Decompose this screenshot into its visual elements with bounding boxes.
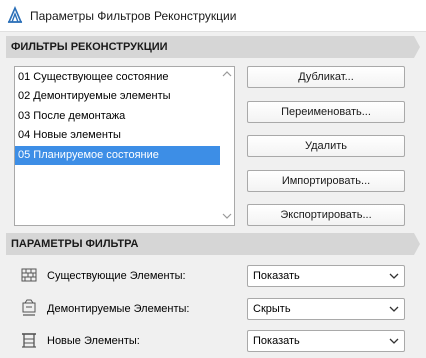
archicad-app-icon [6, 5, 24, 24]
chevron-down-icon [388, 302, 400, 316]
filters-list[interactable]: 01 Существующее состояние 02 Демонтируем… [14, 66, 235, 226]
demolished-elements-select[interactable]: Скрыть [247, 298, 405, 320]
params-section-header[interactable]: ПАРАМЕТРЫ ФИЛЬТРА [6, 233, 420, 255]
filter-item-04[interactable]: 04 Новые элементы [15, 126, 220, 145]
existing-elements-icon [20, 266, 38, 284]
scroll-up-icon[interactable] [221, 69, 233, 81]
rename-button[interactable]: Переименовать... [247, 101, 405, 123]
chevron-down-icon [388, 334, 400, 348]
existing-elements-label: Существующие Элементы: [47, 270, 186, 282]
title-bar: Параметры Фильтров Реконструкции [0, 0, 426, 32]
new-elements-select[interactable]: Показать [247, 330, 405, 352]
window-title: Параметры Фильтров Реконструкции [30, 9, 237, 23]
scroll-down-icon[interactable] [221, 211, 233, 223]
list-item-label: 02 Демонтируемые элементы [18, 90, 171, 102]
existing-elements-select[interactable]: Показать [247, 265, 405, 287]
duplicate-button[interactable]: Дубликат... [247, 66, 405, 88]
filter-item-05[interactable]: 05 Планируемое состояние [15, 146, 220, 165]
params-section-title: ПАРАМЕТРЫ ФИЛЬТРА [11, 238, 139, 250]
select-value: Скрыть [253, 303, 291, 315]
new-elements-icon [20, 331, 38, 349]
import-button[interactable]: Импортировать... [247, 170, 405, 192]
filter-item-02[interactable]: 02 Демонтируемые элементы [15, 87, 220, 106]
select-value: Показать [253, 335, 300, 347]
export-button[interactable]: Экспортировать... [247, 204, 405, 226]
chevron-down-icon [388, 269, 400, 283]
demolished-elements-icon [20, 299, 38, 317]
select-value: Показать [253, 270, 300, 282]
list-item-label: 01 Существующее состояние [18, 71, 169, 83]
list-item-label: 05 Планируемое состояние [18, 149, 159, 161]
new-elements-label: Новые Элементы: [47, 335, 140, 347]
list-item-label: 04 Новые элементы [18, 129, 121, 141]
delete-button[interactable]: Удалить [247, 135, 405, 157]
filters-section-header[interactable]: ФИЛЬТРЫ РЕКОНСТРУКЦИИ [6, 36, 420, 58]
filter-item-01[interactable]: 01 Существующее состояние [15, 68, 220, 87]
filter-item-03[interactable]: 03 После демонтажа [15, 107, 220, 126]
list-item-label: 03 После демонтажа [18, 110, 126, 122]
demolished-elements-label: Демонтируемые Элементы: [47, 303, 190, 315]
filters-section-title: ФИЛЬТРЫ РЕКОНСТРУКЦИИ [11, 41, 168, 53]
